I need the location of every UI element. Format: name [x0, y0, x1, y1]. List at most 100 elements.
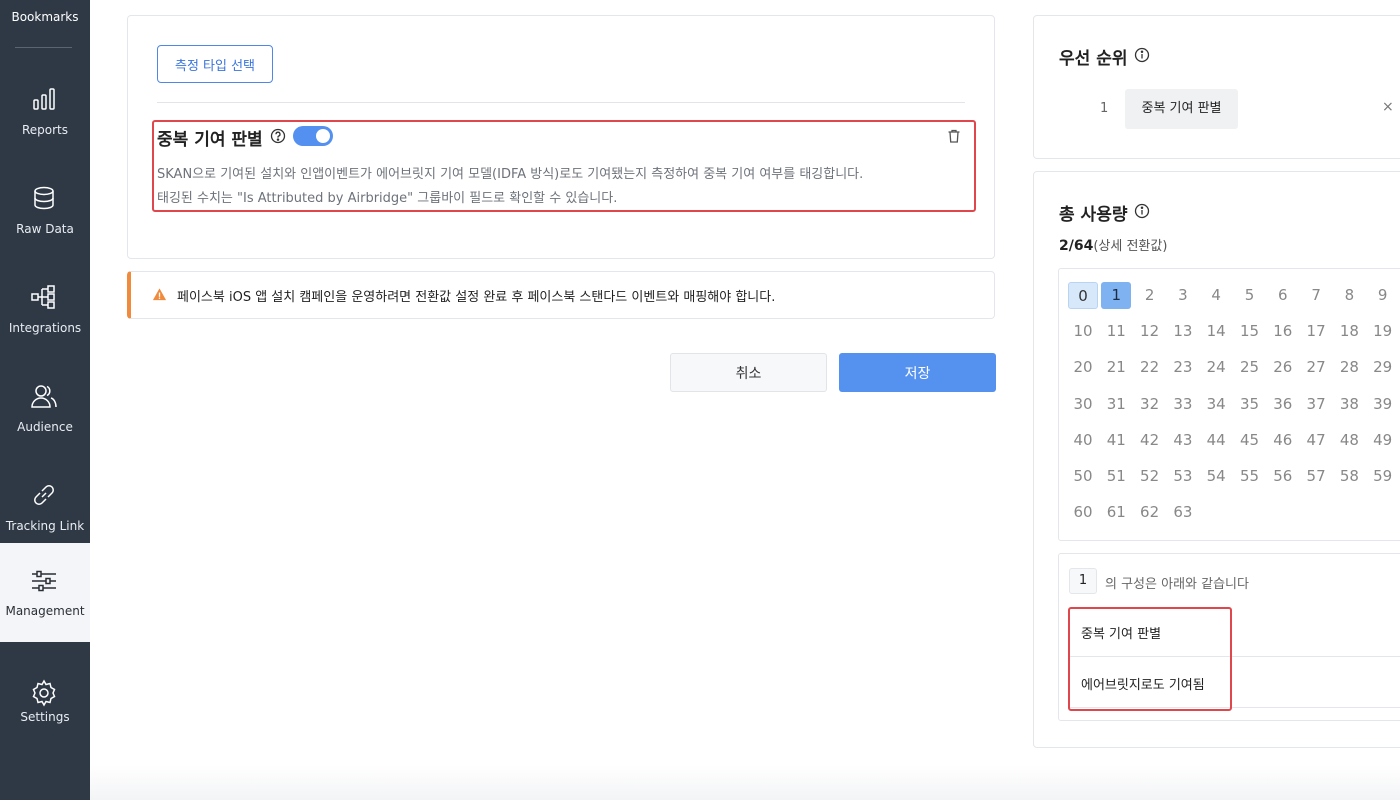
conversion-value-cell[interactable]: 29 [1368, 354, 1398, 381]
cancel-button[interactable]: 취소 [670, 353, 827, 392]
conversion-value-cell[interactable]: 31 [1101, 391, 1131, 418]
conversion-value-cell[interactable]: 0 [1068, 282, 1098, 309]
sidebar-item-management[interactable]: Management [0, 543, 90, 642]
conversion-value-cell[interactable]: 41 [1101, 427, 1131, 454]
conversion-value-cell[interactable]: 37 [1301, 391, 1331, 418]
sidebar-item-label: Management [5, 604, 85, 618]
conversion-value-cell[interactable]: 2 [1135, 282, 1165, 309]
priority-card [1033, 15, 1400, 159]
conversion-value-cell[interactable]: 25 [1235, 354, 1265, 381]
conversion-value-cell[interactable]: 6 [1268, 282, 1298, 309]
sidebar-item-reports[interactable]: Reports [0, 62, 90, 161]
conversion-value-cell[interactable]: 36 [1268, 391, 1298, 418]
conversion-value-cell[interactable]: 5 [1235, 282, 1265, 309]
conversion-value-cell[interactable]: 42 [1135, 427, 1165, 454]
conversion-value-cell[interactable]: 27 [1301, 354, 1331, 381]
sidebar-bookmarks-label: Bookmarks [11, 10, 79, 24]
conversion-value-cell[interactable]: 18 [1334, 318, 1364, 345]
conversion-value-cell[interactable]: 13 [1168, 318, 1198, 345]
help-icon[interactable] [270, 128, 286, 144]
sliders-icon [32, 570, 56, 592]
toggle-knob [316, 129, 330, 143]
conversion-value-cell[interactable]: 53 [1168, 463, 1198, 490]
database-icon [34, 186, 54, 210]
sidebar-divider [15, 47, 72, 48]
conversion-value-cell[interactable]: 21 [1101, 354, 1131, 381]
save-button[interactable]: 저장 [839, 353, 996, 392]
conversion-value-cell[interactable]: 44 [1201, 427, 1231, 454]
conversion-value-cell[interactable]: 63 [1168, 499, 1198, 526]
conversion-value-cell[interactable]: 30 [1068, 391, 1098, 418]
conversion-value-cell[interactable]: 61 [1101, 499, 1131, 526]
description-line: SKAN으로 기여된 설치와 인앱이벤트가 에어브릿지 기여 모델(IDFA 방… [157, 167, 864, 182]
warning-text: 페이스북 iOS 앱 설치 캠페인을 운영하려면 전환값 설정 완료 후 페이스… [177, 290, 776, 305]
sidebar-item-settings[interactable]: Settings [0, 656, 90, 755]
duplicate-attribution-toggle[interactable] [293, 126, 333, 146]
conversion-value-cell[interactable]: 8 [1334, 282, 1364, 309]
conversion-value-cell[interactable]: 56 [1268, 463, 1298, 490]
remove-priority-button[interactable]: × [1382, 99, 1394, 115]
conversion-value-cell[interactable]: 32 [1135, 391, 1165, 418]
conversion-value-cell[interactable]: 23 [1168, 354, 1198, 381]
conversion-value-cell[interactable]: 51 [1101, 463, 1131, 490]
conversion-value-cell[interactable]: 19 [1368, 318, 1398, 345]
conversion-value-cell[interactable]: 33 [1168, 391, 1198, 418]
conversion-value-cell[interactable]: 15 [1235, 318, 1265, 345]
conversion-value-cell[interactable]: 1 [1101, 282, 1132, 309]
conversion-value-cell[interactable]: 9 [1368, 282, 1398, 309]
conversion-value-cell[interactable]: 49 [1368, 427, 1398, 454]
conversion-value-cell[interactable]: 14 [1201, 318, 1231, 345]
warning-icon [152, 288, 167, 301]
conversion-value-cell[interactable]: 38 [1334, 391, 1364, 418]
conversion-value-cell[interactable]: 4 [1201, 282, 1231, 309]
duplicate-attribution-title: 중복 기여 판별 [157, 130, 263, 150]
conversion-value-cell[interactable]: 24 [1201, 354, 1231, 381]
conversion-value-cell[interactable]: 39 [1368, 391, 1398, 418]
usage-count-suffix: (상세 전환값) [1093, 239, 1168, 254]
conversion-value-cell[interactable]: 55 [1235, 463, 1265, 490]
conversion-value-cell[interactable]: 34 [1201, 391, 1231, 418]
conversion-value-cell[interactable]: 46 [1268, 427, 1298, 454]
sidebar-item-audience[interactable]: Audience [0, 359, 90, 458]
conversion-value-cell[interactable]: 50 [1068, 463, 1098, 490]
config-description: 의 구성은 아래와 같습니다 [1105, 577, 1249, 592]
conversion-value-cell[interactable]: 54 [1201, 463, 1231, 490]
conversion-value-cell[interactable]: 58 [1334, 463, 1364, 490]
conversion-value-cell[interactable]: 7 [1301, 282, 1331, 309]
sidebar-item-integrations[interactable]: Integrations [0, 260, 90, 359]
conversion-value-cell[interactable]: 43 [1168, 427, 1198, 454]
description-line: 태깅된 수치는 "Is Attributed by Airbridge" 그룹바… [157, 191, 618, 206]
page-footer-shade [90, 765, 1400, 800]
conversion-value-cell[interactable]: 47 [1301, 427, 1331, 454]
conversion-value-cell[interactable]: 22 [1135, 354, 1165, 381]
conversion-value-cell[interactable]: 57 [1301, 463, 1331, 490]
conversion-value-cell[interactable]: 62 [1135, 499, 1165, 526]
conversion-value-cell[interactable]: 40 [1068, 427, 1098, 454]
conversion-value-cell[interactable]: 45 [1235, 427, 1265, 454]
integrations-icon [31, 285, 55, 309]
sidebar-item-raw-data[interactable]: Raw Data [0, 161, 90, 260]
conversion-value-cell[interactable]: 35 [1235, 391, 1265, 418]
conversion-value-cell[interactable]: 52 [1135, 463, 1165, 490]
conversion-value-cell[interactable]: 28 [1334, 354, 1364, 381]
conversion-value-cell[interactable]: 16 [1268, 318, 1298, 345]
trash-icon[interactable] [946, 128, 962, 144]
conversion-value-cell[interactable]: 20 [1068, 354, 1098, 381]
config-value-number: 1 [1069, 568, 1097, 594]
select-measurement-type-button[interactable]: 측정 타입 선택 [157, 45, 273, 83]
conversion-value-cell[interactable]: 60 [1068, 499, 1098, 526]
gear-icon [32, 679, 56, 707]
conversion-value-cell[interactable]: 48 [1334, 427, 1364, 454]
sidebar-bookmarks[interactable]: Bookmarks [0, 0, 90, 48]
conversion-value-cell[interactable]: 26 [1268, 354, 1298, 381]
info-icon[interactable] [1134, 203, 1150, 219]
conversion-value-cell[interactable]: 11 [1101, 318, 1131, 345]
info-icon[interactable] [1134, 47, 1150, 63]
conversion-value-cell[interactable]: 17 [1301, 318, 1331, 345]
sidebar-item-label: Raw Data [16, 222, 74, 236]
conversion-value-cell[interactable]: 3 [1168, 282, 1198, 309]
priority-item-chip[interactable]: 중복 기여 판별 [1125, 89, 1238, 129]
conversion-value-cell[interactable]: 12 [1135, 318, 1165, 345]
conversion-value-cell[interactable]: 59 [1368, 463, 1398, 490]
conversion-value-cell[interactable]: 10 [1068, 318, 1098, 345]
